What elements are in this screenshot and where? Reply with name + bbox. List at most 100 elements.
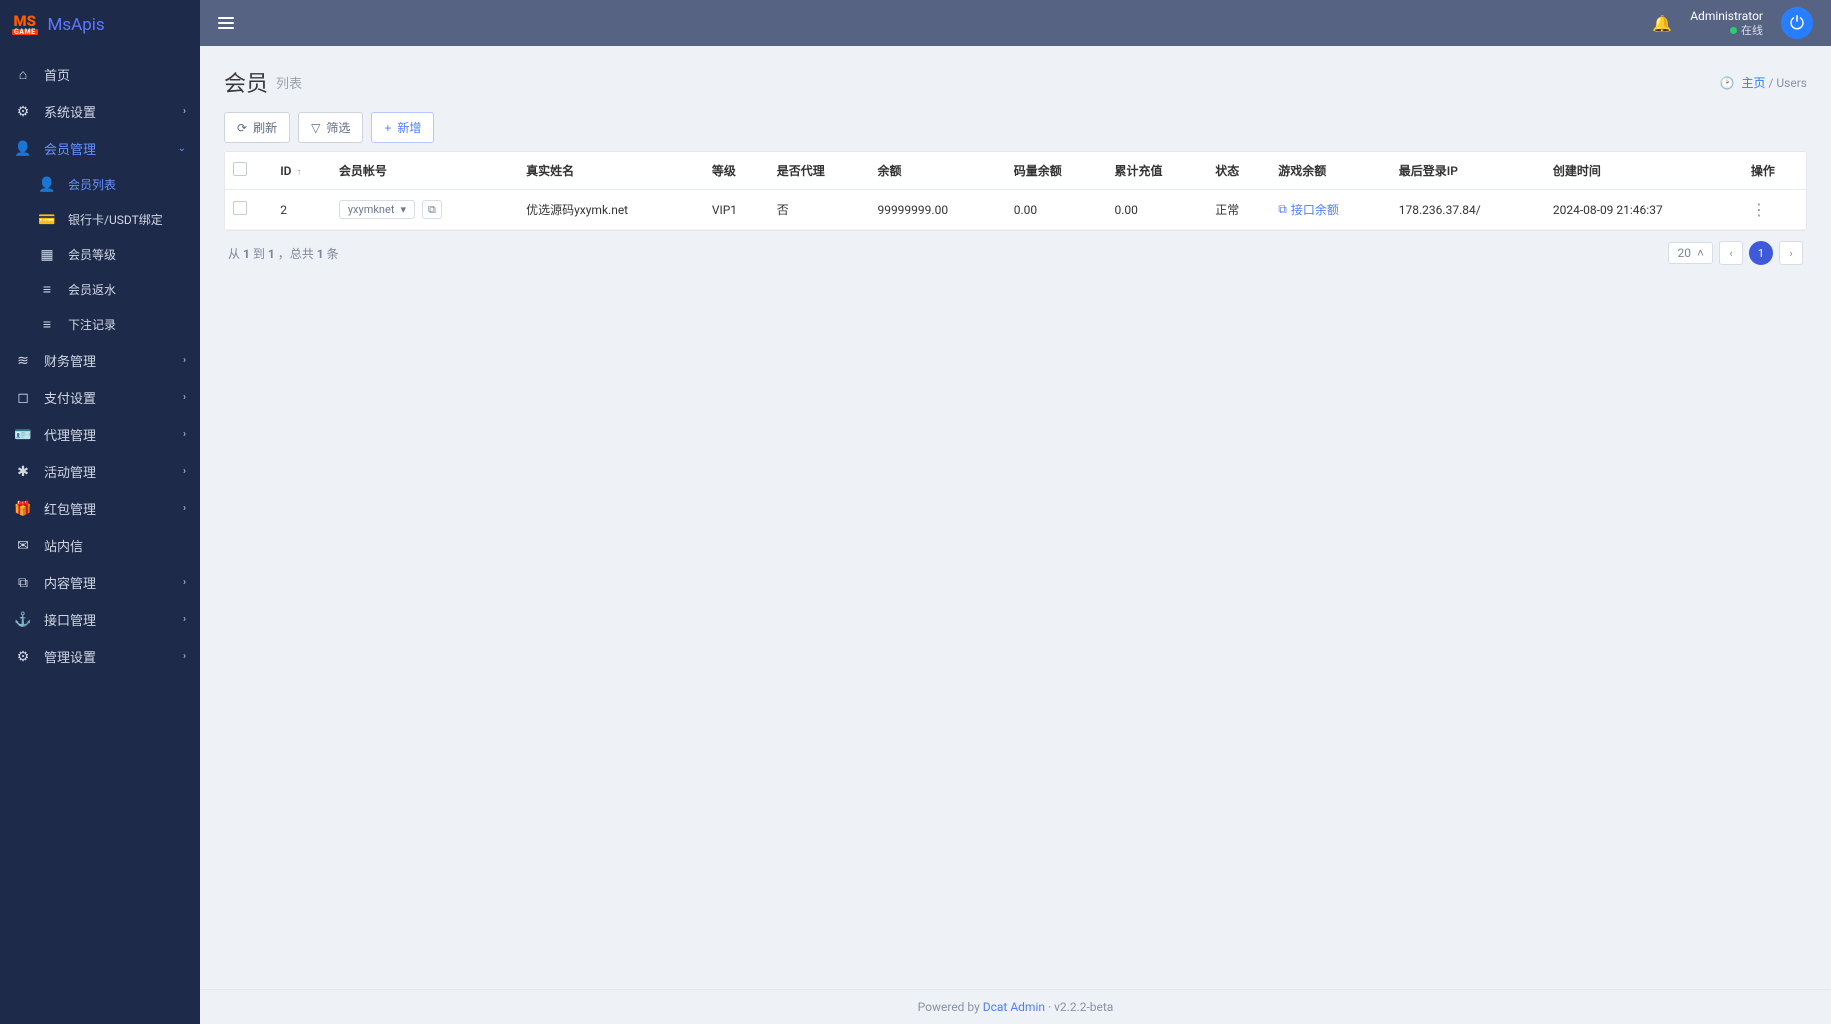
sidebar-item-3[interactable]: ≋ 财务管理 ›	[0, 342, 200, 379]
sidebar-label: 系统设置	[44, 102, 96, 121]
sidebar-sub-2-2[interactable]: ▦会员等级	[8, 237, 200, 272]
footer: Powered by Dcat Admin · v2.2.2-beta	[200, 989, 1831, 1024]
th-9: 状态	[1207, 152, 1270, 190]
pagination-summary: 从 1 到 1 ，总共 1 条	[228, 245, 339, 262]
id-icon: 🪪	[14, 427, 32, 443]
db-icon: ≋	[14, 353, 32, 369]
refresh-button[interactable]: ⟳ 刷新	[224, 112, 290, 143]
th-7: 码量余额	[1006, 152, 1107, 190]
chevron-down-icon: ⌄	[178, 143, 186, 154]
page-subtitle: 列表	[276, 73, 302, 92]
page-size-select[interactable]: 20 ˄	[1668, 242, 1713, 264]
chevron-right-icon: ›	[183, 503, 186, 514]
menu-icon	[218, 17, 234, 29]
th-12: 创建时间	[1545, 152, 1743, 190]
table-row: 2yxymknet ▾ ⧉优选源码yxymk.netVIP1否99999999.…	[225, 190, 1806, 230]
sidebar-item-7[interactable]: 🎁红包管理›	[0, 490, 200, 527]
copy-icon: ⧉	[1278, 202, 1287, 217]
grid-icon: ▦	[38, 247, 56, 263]
chevron-right-icon: ›	[183, 466, 186, 477]
th-4: 等级	[704, 152, 769, 190]
breadcrumb-current: Users	[1776, 76, 1807, 90]
th-3: 真实姓名	[518, 152, 704, 190]
chevron-right-icon: ›	[183, 355, 186, 366]
user-icon: 👤	[14, 141, 32, 157]
th-2: 会员帐号	[331, 152, 518, 190]
brand[interactable]: MS GAME MsApis	[0, 0, 200, 50]
gear-icon: ⚙	[14, 649, 32, 665]
sidebar-item-10[interactable]: ⚓接口管理›	[0, 601, 200, 638]
th-13: 操作	[1743, 152, 1806, 190]
th-5: 是否代理	[769, 152, 870, 190]
sidebar-item-2[interactable]: 👤 会员管理 ⌄	[0, 130, 200, 167]
sidebar-item-5[interactable]: 🪪 代理管理 ›	[0, 416, 200, 453]
checkbox-all[interactable]	[233, 162, 247, 176]
sidebar-sub-2-1[interactable]: 💳银行卡/USDT绑定	[8, 202, 200, 237]
cell-realname: 优选源码yxymk.net	[518, 190, 704, 230]
cell-balance: 99999999.00	[869, 190, 1005, 230]
th-1[interactable]: ID ↑	[272, 152, 331, 190]
dashboard-icon: 🕑	[1720, 76, 1735, 90]
th-8: 累计充值	[1107, 152, 1208, 190]
sidebar-item-4[interactable]: ◻支付设置›	[0, 379, 200, 416]
sidebar-item-1[interactable]: ⚙ 系统设置 ›	[0, 93, 200, 130]
cell-ip: 178.236.37.84/	[1391, 190, 1545, 230]
sidebar-label: 管理设置	[44, 647, 96, 666]
cell-status: 正常	[1207, 190, 1270, 230]
bell-icon[interactable]: 🔔	[1652, 14, 1672, 33]
chevron-right-icon: ›	[183, 651, 186, 662]
copy-icon[interactable]: ⧉	[422, 200, 442, 219]
th-6: 余额	[869, 152, 1005, 190]
footer-product-link[interactable]: Dcat Admin	[983, 1000, 1045, 1014]
th-10: 游戏余额	[1270, 152, 1391, 190]
sidebar-label: 财务管理	[44, 351, 96, 370]
sidebar: MS GAME MsApis ⌂首页 ⚙ 系统设置 › 👤 会员管理 ⌄ 👤会员列表💳银行卡/…	[0, 0, 200, 1024]
sidebar-item-11[interactable]: ⚙ 管理设置 ›	[0, 638, 200, 675]
toolbar: ⟳ 刷新 ▽ 筛选 + 新增	[224, 112, 1807, 143]
sidebar-item-0[interactable]: ⌂首页	[0, 56, 200, 93]
user-meta[interactable]: Administrator 在线	[1690, 9, 1763, 38]
lines-icon: ≡	[38, 316, 56, 333]
sidebar-sub-2-4[interactable]: ≡下注记录	[8, 307, 200, 342]
sidebar-sub-2-3[interactable]: ≡会员返水	[8, 272, 200, 307]
sidebar-label: 代理管理	[44, 425, 96, 444]
sidebar-sub-2-0[interactable]: 👤会员列表	[8, 167, 200, 202]
th-0[interactable]	[225, 152, 272, 190]
sidebar-item-9[interactable]: ⧉内容管理›	[0, 564, 200, 601]
cell-code-balance: 0.00	[1006, 190, 1107, 230]
nav: ⌂首页 ⚙ 系统设置 › 👤 会员管理 ⌄ 👤会员列表💳银行卡/USDT绑定▦会员等级≡会员返…	[0, 50, 200, 695]
sidebar-label: 会员管理	[44, 139, 96, 158]
add-button[interactable]: + 新增	[371, 112, 434, 143]
page-next[interactable]: ›	[1779, 241, 1803, 265]
cogs-icon: ⚙	[14, 104, 32, 120]
table-card: ID ↑会员帐号真实姓名等级是否代理余额码量余额累计充值状态游戏余额最后登录IP…	[224, 151, 1807, 231]
sidebar-toggle[interactable]	[218, 17, 234, 29]
sidebar-label: 接口管理	[44, 610, 96, 629]
chevron-right-icon: ›	[183, 429, 186, 440]
brand-logo-top: MS	[14, 15, 37, 29]
checkbox-row[interactable]	[233, 201, 247, 215]
account-dropdown[interactable]: yxymknet ▾	[339, 200, 415, 219]
page-head: 会员 列表 🕑 主页 / Users	[224, 66, 1807, 98]
sidebar-item-8[interactable]: ✉站内信	[0, 527, 200, 564]
page-1[interactable]: 1	[1749, 241, 1773, 265]
gift-icon: 🎁	[14, 501, 32, 517]
topbar: 🔔 Administrator 在线 ⏻	[200, 0, 1831, 46]
power-icon: ⏻	[1790, 13, 1804, 34]
page-prev[interactable]: ‹	[1719, 241, 1743, 265]
chevron-up-icon: ˄	[1697, 246, 1704, 260]
avatar[interactable]: ⏻	[1781, 7, 1813, 39]
breadcrumb: 🕑 主页 / Users	[1720, 74, 1807, 91]
row-actions[interactable]: ⋮	[1751, 200, 1767, 219]
sidebar-label: 内容管理	[44, 573, 96, 592]
lines-icon: ≡	[38, 281, 56, 298]
game-balance-link[interactable]: ⧉接口余额	[1278, 201, 1339, 218]
star-icon: ✱	[14, 464, 32, 480]
chevron-right-icon: ›	[183, 106, 186, 117]
refresh-icon: ⟳	[237, 121, 247, 135]
filter-button[interactable]: ▽ 筛选	[298, 112, 363, 143]
breadcrumb-home[interactable]: 主页	[1741, 76, 1765, 90]
card-icon: 💳	[38, 212, 56, 228]
sidebar-item-6[interactable]: ✱活动管理›	[0, 453, 200, 490]
home-icon: ⌂	[14, 66, 32, 83]
